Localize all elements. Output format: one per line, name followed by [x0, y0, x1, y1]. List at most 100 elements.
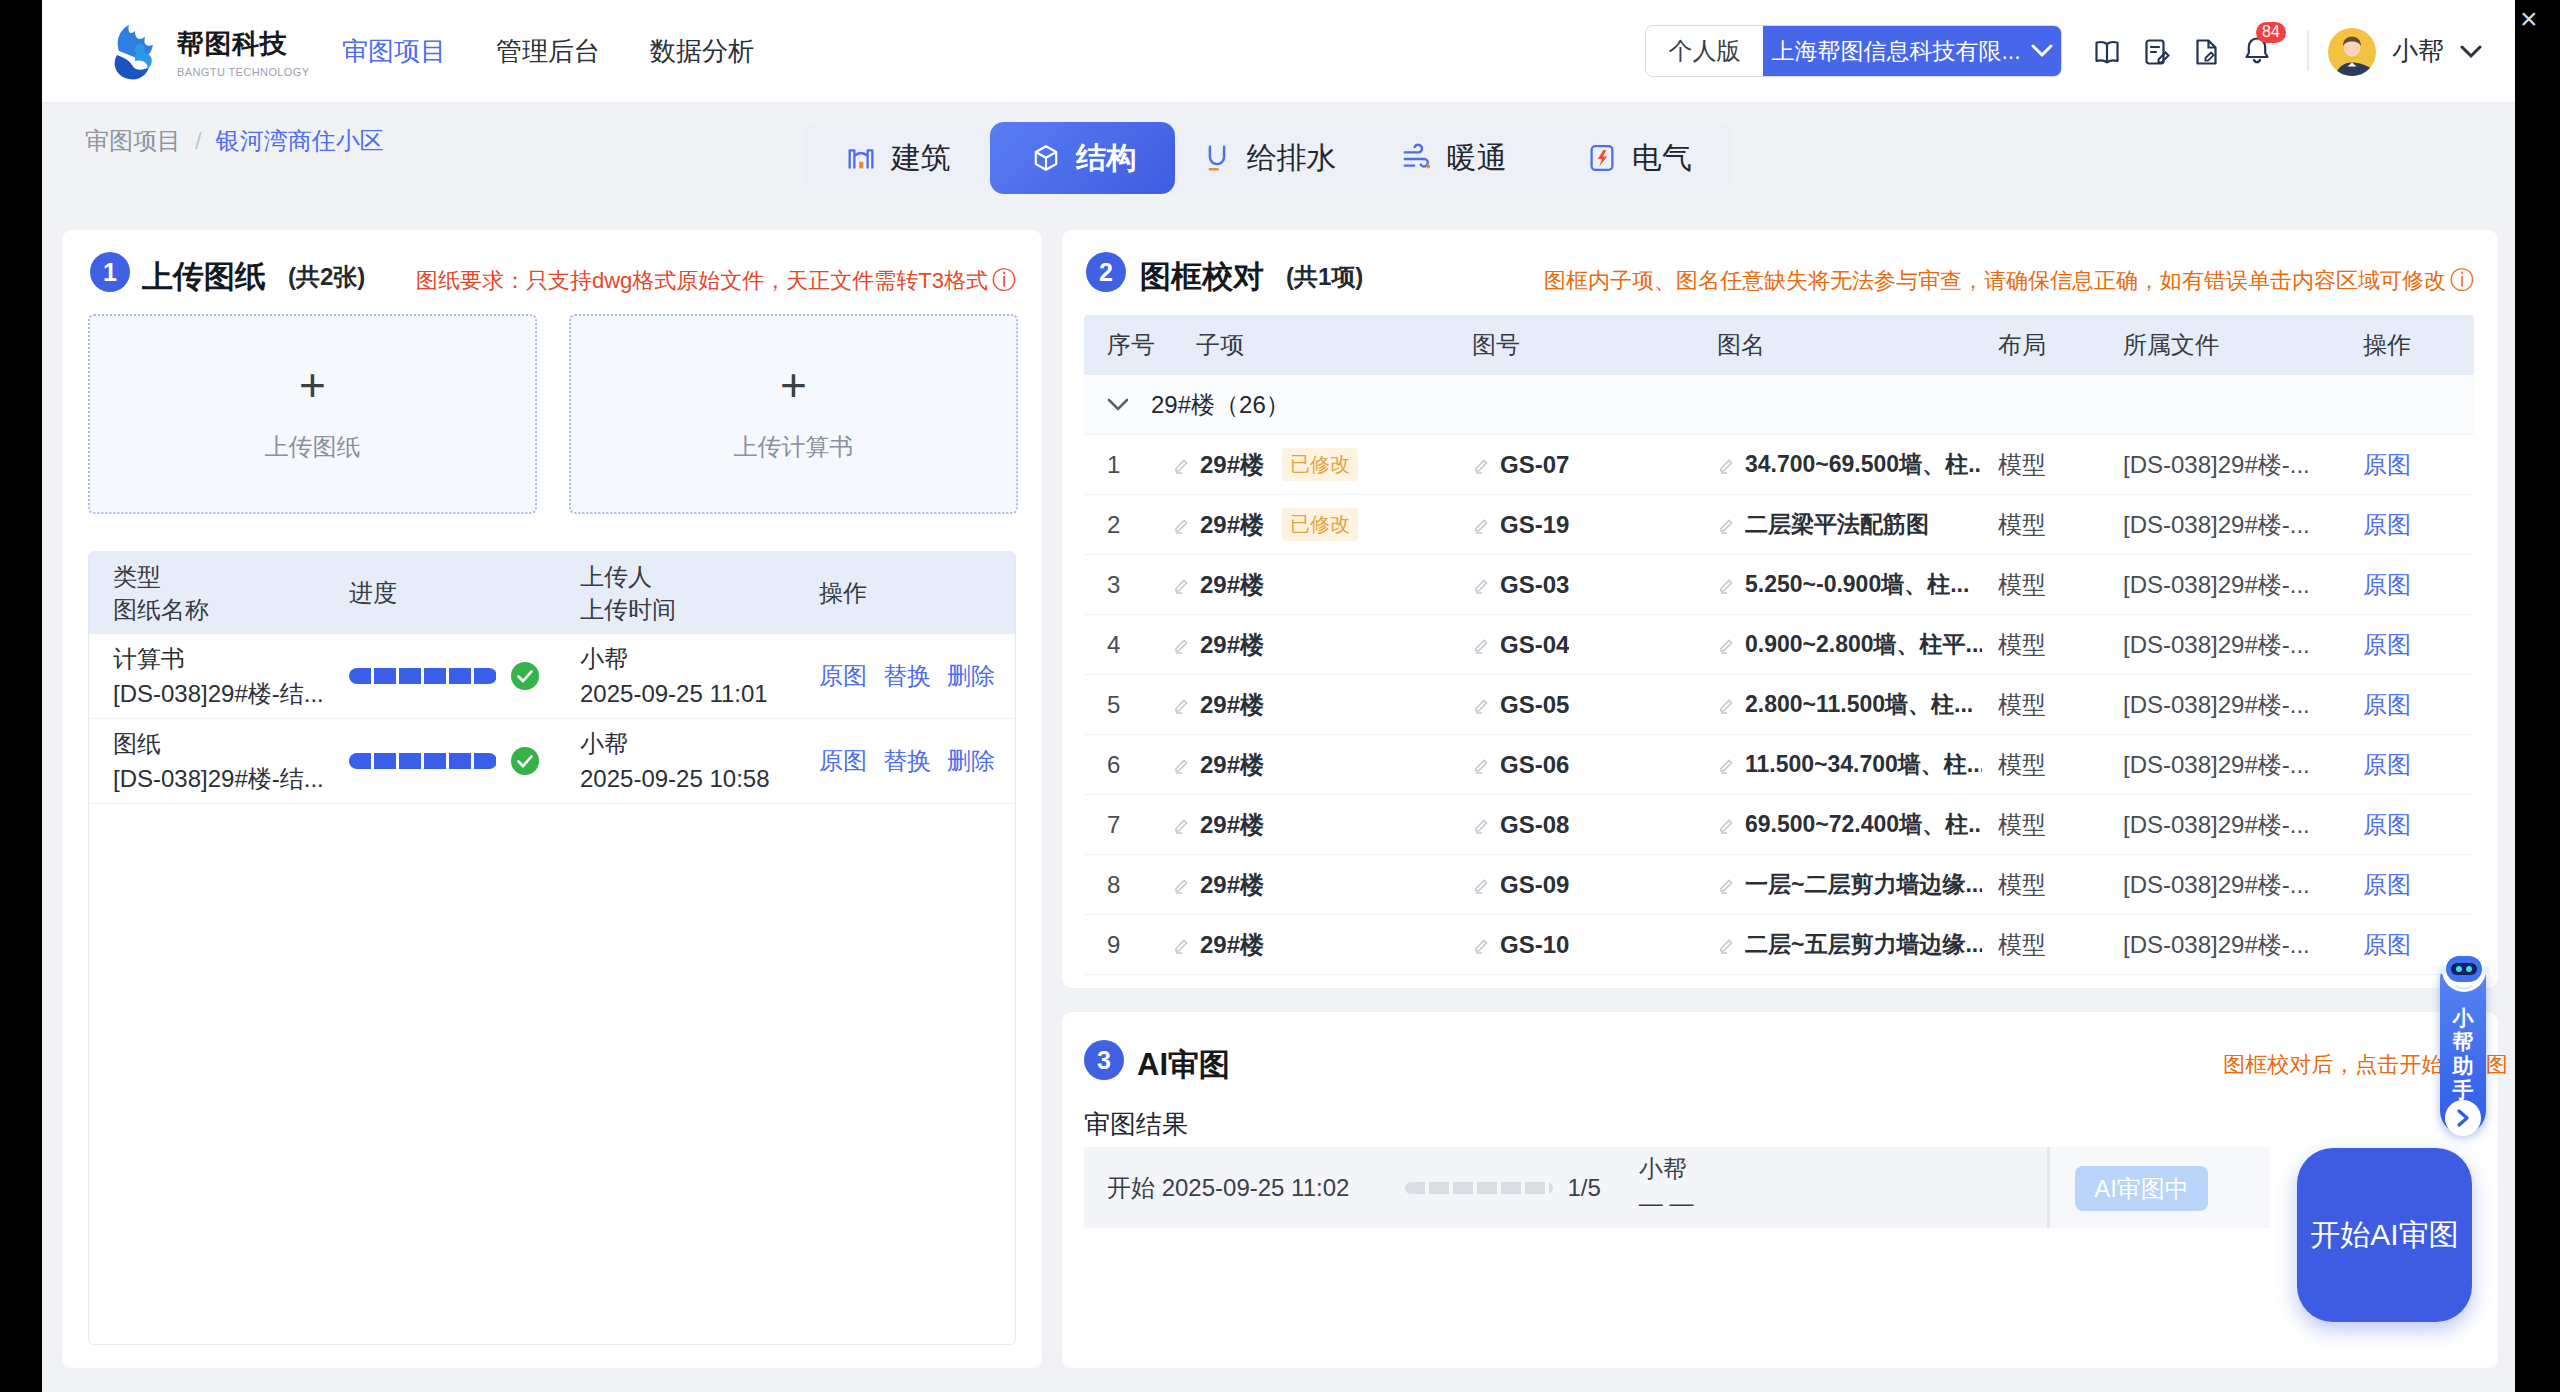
figure-no-cell[interactable]: GS-08 [1472, 811, 1717, 839]
progress-bar [349, 753, 497, 769]
subitem-cell[interactable]: 29#楼已修改 [1172, 448, 1472, 481]
upload-drawing-dropzone[interactable]: + 上传图纸 [88, 314, 537, 514]
nav-data-analysis[interactable]: 数据分析 [650, 34, 754, 69]
start-ai-review-button[interactable]: 开始AI审图 [2297, 1148, 2472, 1322]
row-index: 5 [1084, 691, 1172, 719]
frame-table: 序号 子项 图号 图名 布局 所属文件 操作 29#楼（26） 129#楼已修改… [1084, 315, 2474, 975]
form-edit-icon[interactable] [2142, 37, 2172, 67]
tab-electrical[interactable]: 电气 [1546, 122, 1731, 194]
view-original-link[interactable]: 原图 [2363, 929, 2411, 961]
view-original-link[interactable]: 原图 [2363, 449, 2411, 481]
subitem-cell[interactable]: 29#楼 [1172, 749, 1472, 781]
layout-cell: 模型 [1998, 809, 2123, 841]
frame-group-row[interactable]: 29#楼（26） [1084, 375, 2474, 435]
tab-structure[interactable]: 结构 [990, 122, 1175, 194]
brand-logo[interactable]: 帮图科技 BANGTU TECHNOLOGY [105, 21, 310, 83]
nav-review-projects[interactable]: 审图项目 [342, 34, 446, 69]
ai-reviewing-button[interactable]: AI审图中 [2075, 1166, 2208, 1211]
run-start-time: 开始 2025-09-25 11:02 [1107, 1172, 1349, 1204]
layout-cell: 模型 [1998, 569, 2123, 601]
subitem-cell[interactable]: 29#楼 [1172, 869, 1472, 901]
subitem-cell[interactable]: 29#楼 [1172, 689, 1472, 721]
step-3-badge: 3 [1084, 1040, 1124, 1080]
subitem-cell[interactable]: 29#楼 [1172, 629, 1472, 661]
figure-no-cell[interactable]: GS-09 [1472, 871, 1717, 899]
view-original-link[interactable]: 原图 [2363, 749, 2411, 781]
org-dropdown[interactable]: 上海帮图信息科技有限... [1763, 26, 2061, 76]
figure-name-cell[interactable]: 一层~二层剪力墙边缘... [1717, 869, 1998, 900]
subitem-cell[interactable]: 29#楼 [1172, 929, 1472, 961]
figure-name-cell[interactable]: 69.500~72.400墙、柱... [1717, 809, 1998, 840]
edit-pencil-icon [1717, 815, 1737, 835]
figure-name-cell[interactable]: 34.700~69.500墙、柱... [1717, 449, 1998, 480]
view-original-link[interactable]: 原图 [2363, 509, 2411, 541]
edit-pencil-icon [1472, 755, 1492, 775]
run-status: AI审图中 [2047, 1147, 2270, 1228]
figure-no-cell[interactable]: GS-10 [1472, 931, 1717, 959]
user-menu[interactable]: 小帮 [2328, 0, 2482, 103]
assistant-widget[interactable]: 小帮助手 [2434, 942, 2494, 1142]
tab-architecture[interactable]: 建筑 [805, 122, 990, 194]
view-original-link[interactable]: 原图 [2363, 569, 2411, 601]
edit-pencil-icon [1472, 935, 1492, 955]
figure-name-cell[interactable]: 5.250~-0.900墙、柱... [1717, 569, 1998, 600]
figure-no-cell[interactable]: GS-05 [1472, 691, 1717, 719]
subitem-cell[interactable]: 29#楼已修改 [1172, 508, 1472, 541]
figure-name-cell[interactable]: 二层~五层剪力墙边缘... [1717, 929, 1998, 960]
breadcrumb-root[interactable]: 审图项目 [85, 125, 181, 157]
group-name: 29#楼（26） [1151, 389, 1290, 421]
replace-link[interactable]: 替换 [883, 660, 931, 692]
upload-requirements-notice: 图纸要求：只支持dwg格式原始文件，天正文件需转T3格式ⓘ [416, 264, 1016, 296]
edit-pencil-icon [1717, 695, 1737, 715]
figure-no-cell[interactable]: GS-07 [1472, 451, 1717, 479]
run-operator: 小帮— — [1639, 1152, 1694, 1220]
personal-version-button[interactable]: 个人版 [1646, 26, 1763, 76]
view-original-link[interactable]: 原图 [819, 660, 867, 692]
edit-pencil-icon [1172, 635, 1192, 655]
subitem-cell[interactable]: 29#楼 [1172, 809, 1472, 841]
edit-pencil-icon [1472, 635, 1492, 655]
figure-name-cell[interactable]: 二层梁平法配筋图 [1717, 509, 1998, 540]
upload-calcbook-dropzone[interactable]: + 上传计算书 [569, 314, 1018, 514]
assistant-expand-button[interactable] [2445, 1100, 2481, 1136]
view-original-link[interactable]: 原图 [2363, 689, 2411, 721]
layout-cell: 模型 [1998, 629, 2123, 661]
edit-pencil-icon [1172, 455, 1192, 475]
figure-no-cell[interactable]: GS-04 [1472, 631, 1717, 659]
figure-no-cell[interactable]: GS-06 [1472, 751, 1717, 779]
subitem-cell[interactable]: 29#楼 [1172, 569, 1472, 601]
row-index: 9 [1084, 931, 1172, 959]
replace-link[interactable]: 替换 [883, 745, 931, 777]
notifications[interactable]: 84 [2242, 35, 2272, 69]
figure-no-cell[interactable]: GS-19 [1472, 511, 1717, 539]
handbook-icon[interactable] [2092, 37, 2122, 67]
view-original-link[interactable]: 原图 [2363, 629, 2411, 661]
run-progress-bar [1405, 1182, 1553, 1194]
edit-pencil-icon [1472, 695, 1492, 715]
delete-link[interactable]: 删除 [947, 660, 995, 692]
breadcrumb-separator: / [195, 127, 202, 155]
delete-link[interactable]: 删除 [947, 745, 995, 777]
tab-plumbing[interactable]: 给排水 [1175, 122, 1360, 194]
figure-no-cell[interactable]: GS-03 [1472, 571, 1717, 599]
nav-admin-backend[interactable]: 管理后台 [496, 34, 600, 69]
view-original-link[interactable]: 原图 [819, 745, 867, 777]
frame-table-row: 329#楼GS-035.250~-0.900墙、柱...模型[DS-038]29… [1084, 555, 2474, 615]
figure-name-cell[interactable]: 11.500~34.700墙、柱... [1717, 749, 1998, 780]
info-icon[interactable]: ⓘ [992, 264, 1016, 296]
figure-name-cell[interactable]: 2.800~11.500墙、柱... [1717, 689, 1998, 720]
layout-cell: 模型 [1998, 869, 2123, 901]
view-original-link[interactable]: 原图 [2363, 809, 2411, 841]
frame-panel-title: 图框校对 [1140, 256, 1264, 298]
figure-name-cell[interactable]: 0.900~2.800墙、柱平... [1717, 629, 1998, 660]
logo-icon [105, 21, 165, 83]
info-icon[interactable]: ⓘ [2450, 264, 2474, 296]
view-original-link[interactable]: 原图 [2363, 869, 2411, 901]
header-icons: 84 [2092, 0, 2272, 103]
window-close-button[interactable]: × [2520, 4, 2538, 34]
tab-hvac[interactable]: 暖通 [1361, 122, 1546, 194]
modified-badge: 已修改 [1282, 508, 1358, 541]
document-edit-icon[interactable] [2192, 37, 2222, 67]
tab-label: 电气 [1632, 138, 1692, 179]
edit-pencil-icon [1717, 455, 1737, 475]
